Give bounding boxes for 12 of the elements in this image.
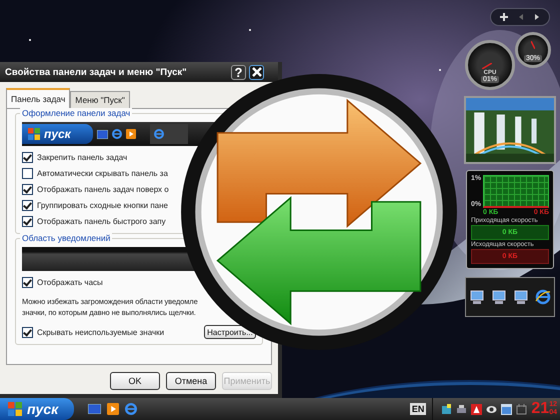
calendar-icon[interactable] [516,404,528,414]
window-icon[interactable] [501,404,512,414]
language-indicator[interactable]: EN [410,403,426,415]
start-button[interactable]: пуск [0,398,74,420]
desktop-icon[interactable] [88,404,102,414]
printer-icon[interactable] [456,404,468,414]
clock-hours: 21 [531,400,550,418]
windows-flag-icon [8,402,22,416]
network-icon[interactable] [441,404,452,414]
app-icon[interactable] [471,404,482,414]
media-player-icon[interactable] [107,403,120,415]
eye-icon[interactable] [486,404,498,414]
